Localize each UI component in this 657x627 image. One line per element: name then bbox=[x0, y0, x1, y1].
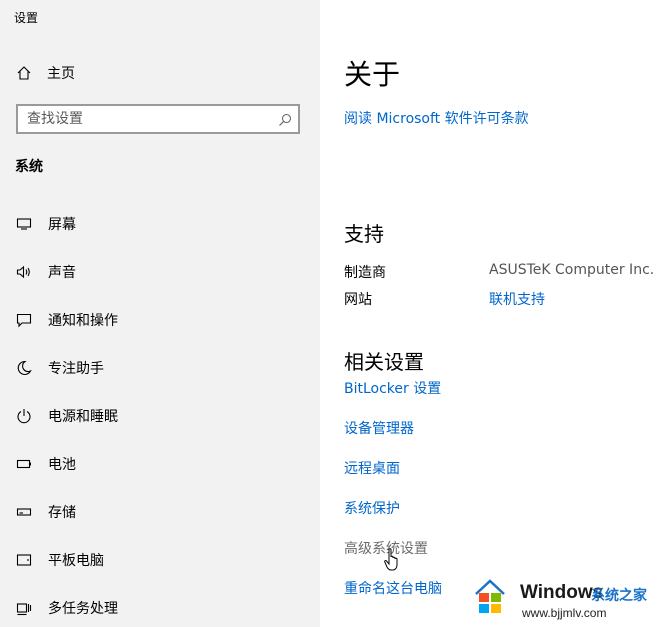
search-icon[interactable] bbox=[278, 112, 292, 126]
sidebar-item-label: 屏幕 bbox=[48, 217, 76, 233]
system-protection-link[interactable]: 系统保护 bbox=[344, 498, 400, 518]
license-terms-link[interactable]: 阅读 Microsoft 软件许可条款 bbox=[344, 108, 529, 128]
windows-logo-icon bbox=[475, 579, 505, 613]
sidebar-item-notifications[interactable]: 通知和操作 bbox=[0, 304, 320, 336]
watermark-url: www.bjjmlv.com bbox=[522, 606, 607, 620]
page-title: 关于 bbox=[344, 58, 401, 91]
sidebar-item-home[interactable]: 主页 bbox=[16, 62, 75, 84]
hand-pointer-icon bbox=[384, 548, 402, 574]
manufacturer-label: 制造商 bbox=[344, 265, 386, 281]
rename-pc-link[interactable]: 重命名这台电脑 bbox=[344, 578, 442, 598]
related-settings-heading: 相关设置 bbox=[344, 350, 424, 374]
search-input[interactable] bbox=[27, 110, 267, 128]
sidebar-item-label: 平板电脑 bbox=[48, 553, 104, 569]
sidebar-item-power-sleep[interactable]: 电源和睡眠 bbox=[0, 400, 320, 432]
sidebar-item-sound[interactable]: 声音 bbox=[0, 256, 320, 288]
tablet-icon bbox=[16, 552, 32, 568]
power-icon bbox=[16, 408, 32, 424]
multitasking-icon bbox=[16, 600, 32, 616]
sidebar-item-label: 声音 bbox=[48, 265, 76, 281]
sidebar: 设置 主页 系统 屏幕 声音 通知和操作 专注助手 bbox=[0, 0, 320, 627]
about-panel: 关于 阅读 Microsoft 软件许可条款 支持 制造商 ASUSTeK Co… bbox=[344, 0, 657, 627]
watermark: Windows 系统之家 www.bjjmlv.com bbox=[470, 575, 657, 627]
section-title: 系统 bbox=[15, 159, 43, 175]
remote-desktop-link[interactable]: 远程桌面 bbox=[344, 458, 400, 478]
sidebar-item-label: 电源和睡眠 bbox=[48, 409, 118, 425]
battery-icon bbox=[16, 456, 32, 472]
sidebar-item-label: 电池 bbox=[48, 457, 76, 473]
notification-icon bbox=[16, 312, 32, 328]
sidebar-item-label: 多任务处理 bbox=[48, 601, 118, 617]
storage-icon bbox=[16, 504, 32, 520]
bitlocker-settings-link[interactable]: BitLocker 设置 bbox=[344, 378, 441, 398]
speaker-icon bbox=[16, 264, 32, 280]
sidebar-item-label: 主页 bbox=[47, 66, 75, 82]
home-icon bbox=[16, 65, 32, 81]
sidebar-item-multitasking[interactable]: 多任务处理 bbox=[0, 592, 320, 624]
sidebar-item-battery[interactable]: 电池 bbox=[0, 448, 320, 480]
monitor-icon bbox=[16, 216, 32, 232]
moon-icon bbox=[16, 360, 32, 376]
sidebar-item-focus-assist[interactable]: 专注助手 bbox=[0, 352, 320, 384]
sidebar-item-storage[interactable]: 存储 bbox=[0, 496, 320, 528]
device-manager-link[interactable]: 设备管理器 bbox=[344, 418, 414, 438]
sidebar-item-display[interactable]: 屏幕 bbox=[0, 208, 320, 240]
online-support-link[interactable]: 联机支持 bbox=[489, 289, 545, 309]
website-label: 网站 bbox=[344, 292, 372, 308]
manufacturer-value: ASUSTeK Computer Inc. bbox=[489, 262, 655, 278]
support-heading: 支持 bbox=[344, 222, 384, 246]
sidebar-item-label: 存储 bbox=[48, 505, 76, 521]
search-box[interactable] bbox=[16, 104, 300, 134]
watermark-brand-cn: 系统之家 bbox=[591, 588, 647, 604]
sidebar-item-label: 通知和操作 bbox=[48, 313, 118, 329]
window-title: 设置 bbox=[14, 11, 39, 25]
sidebar-item-tablet[interactable]: 平板电脑 bbox=[0, 544, 320, 576]
sidebar-item-label: 专注助手 bbox=[48, 361, 104, 377]
